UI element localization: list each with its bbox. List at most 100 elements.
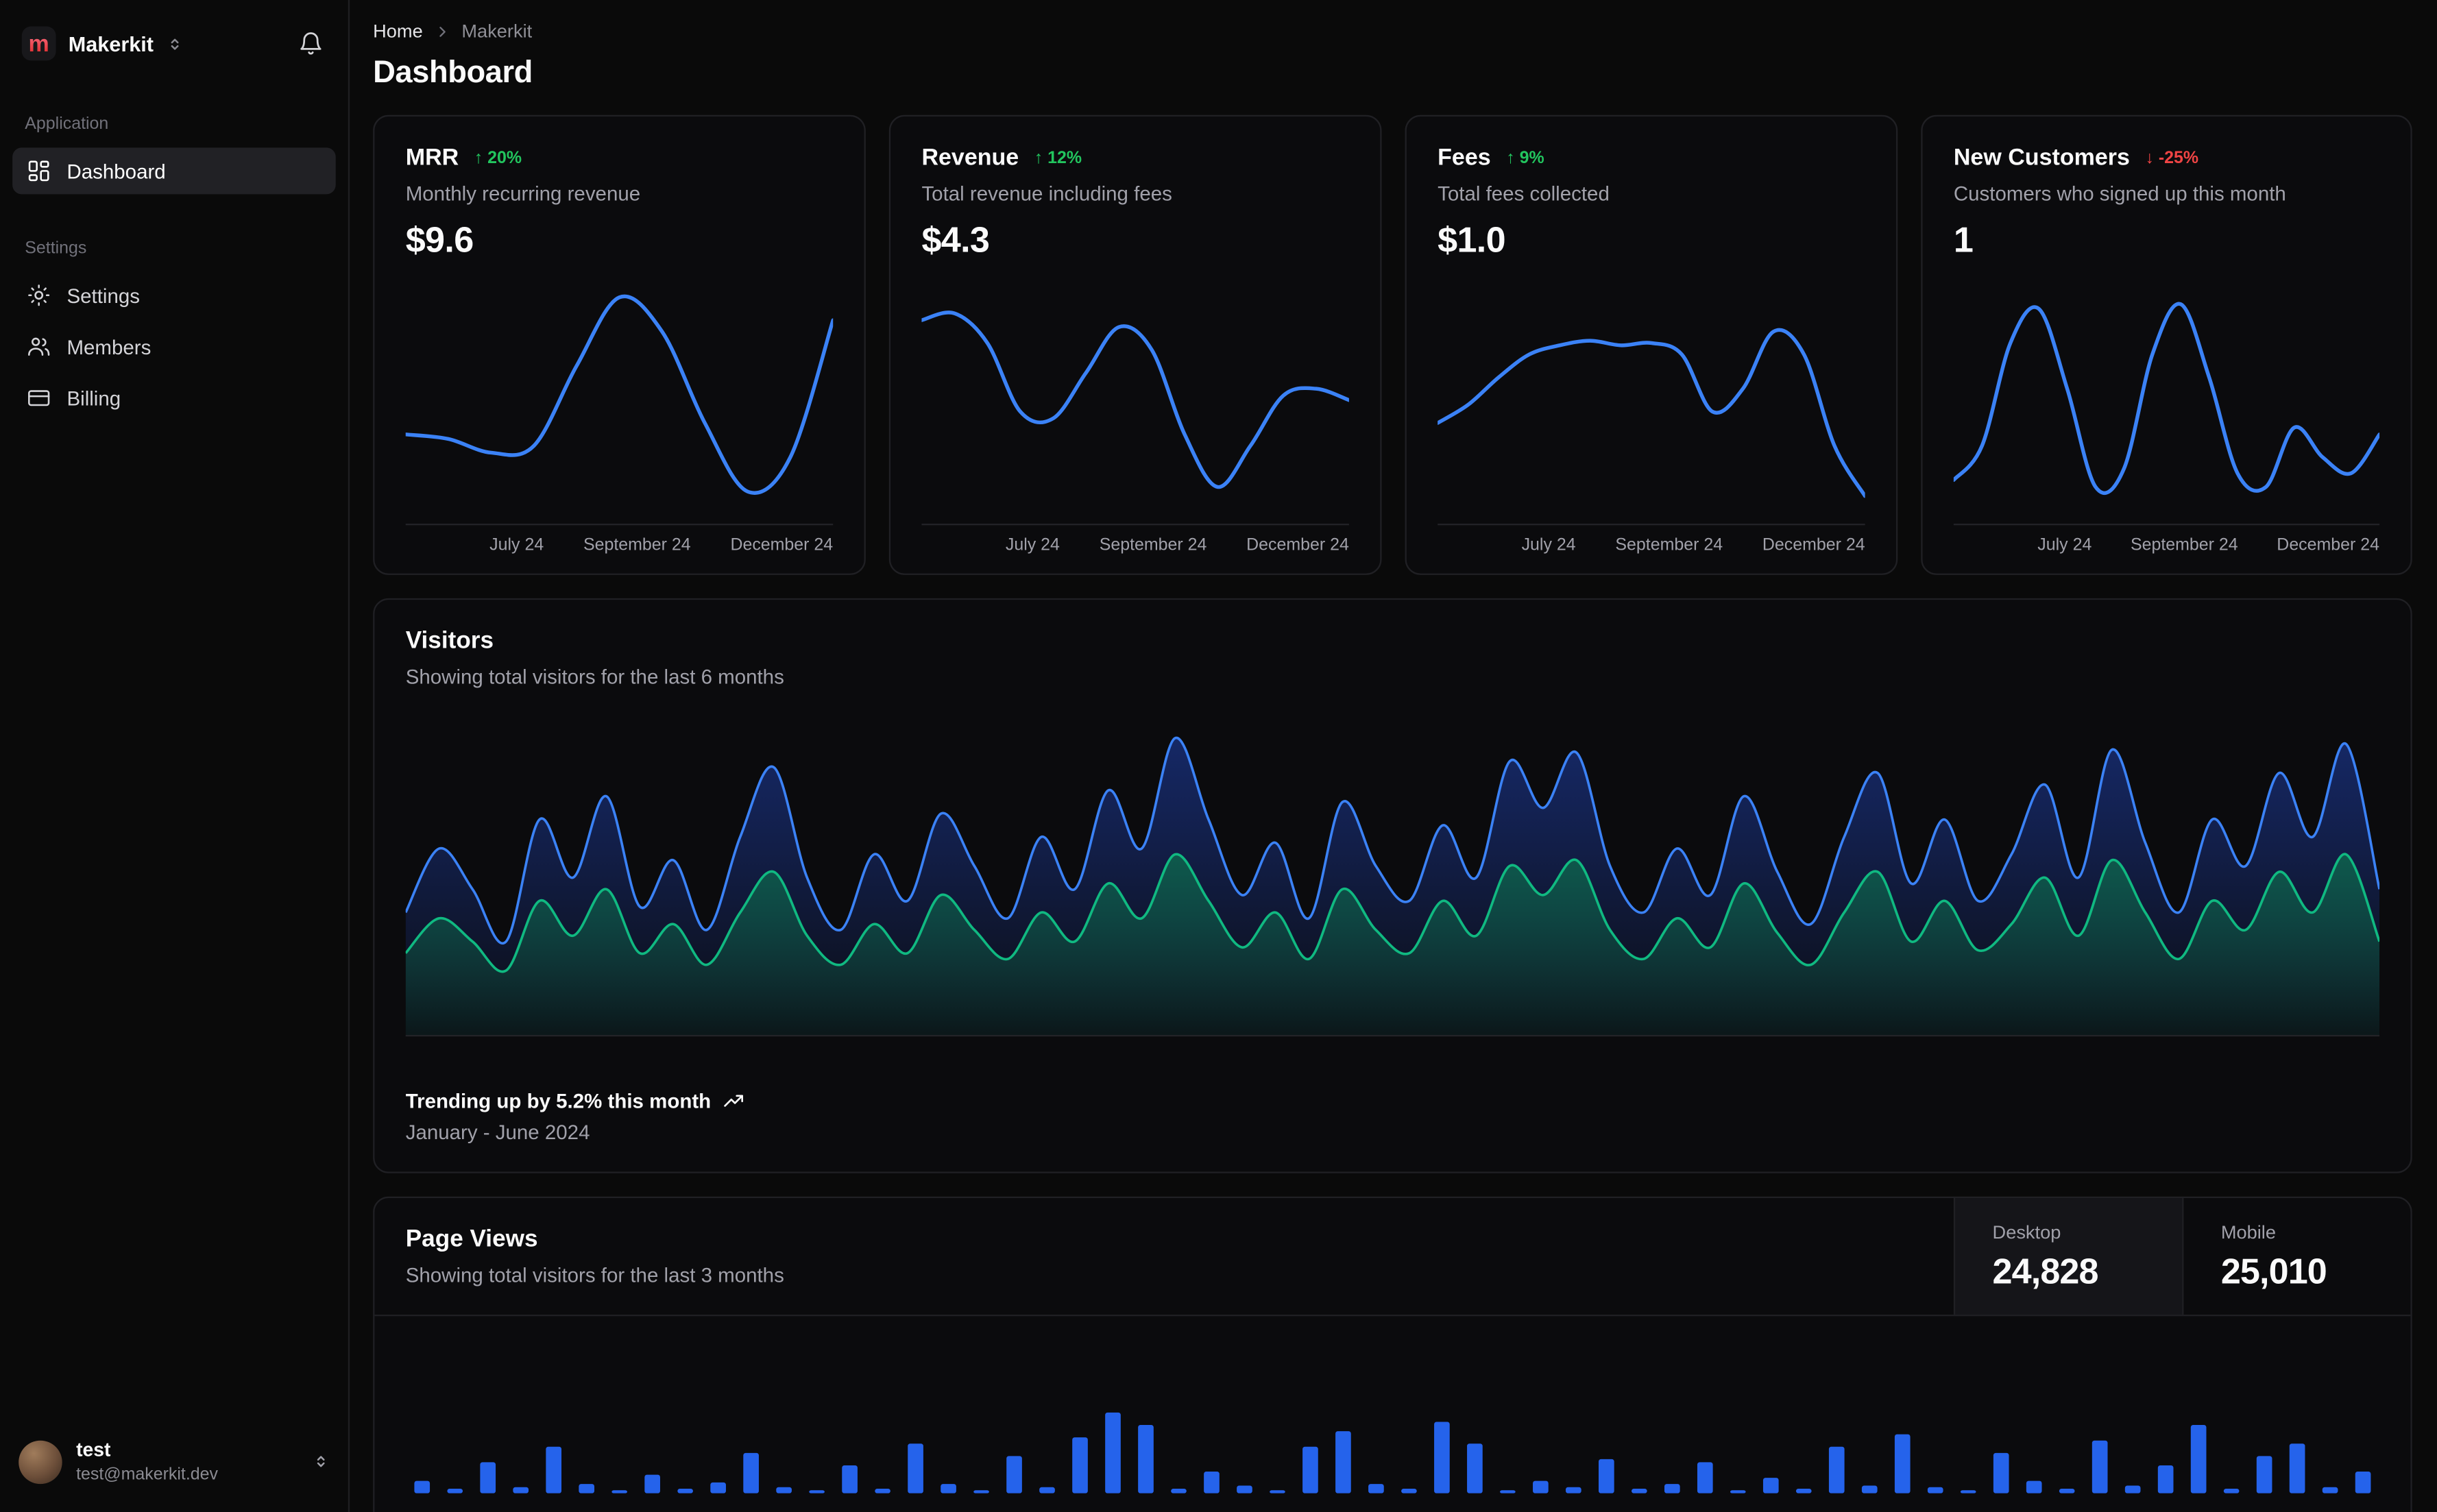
page-views-card: Page Views Showing total visitors for th…	[373, 1196, 2412, 1512]
stat-cards-row: MRR ↑ 20% Monthly recurring revenue $9.6…	[373, 114, 2412, 575]
stat-description: Total revenue including fees	[921, 182, 1172, 206]
gear-icon	[28, 284, 50, 306]
trending-up-icon	[725, 1094, 744, 1106]
stat-value: $1.0	[1438, 219, 1505, 260]
sidebar: m Makerkit Application Dashboard Setting…	[0, 0, 350, 1512]
sidebar-item-label: Settings	[66, 283, 141, 307]
stat-title: New Customers	[1953, 144, 2130, 171]
tab-value: 24,828	[1992, 1249, 2099, 1291]
x-axis-label: December 24	[730, 536, 834, 555]
trend-badge: ↑ 9%	[1506, 149, 1544, 167]
stat-chart	[1953, 277, 2380, 526]
x-axis-label: September 24	[2130, 536, 2238, 555]
stat-value: $9.6	[405, 219, 474, 260]
stat-card-revenue: Revenue ↑ 12% Total revenue including fe…	[888, 114, 1382, 575]
visitors-subtitle: Showing total visitors for the last 6 mo…	[405, 665, 784, 689]
nav-section-label-settings: Settings	[25, 239, 87, 258]
sidebar-item-settings[interactable]: Settings	[12, 272, 336, 319]
x-axis-label: July 24	[1005, 536, 1060, 555]
stat-description: Monthly recurring revenue	[405, 182, 641, 206]
visitors-title: Visitors	[405, 627, 494, 655]
tab-desktop[interactable]: Desktop 24,828	[1953, 1198, 2183, 1315]
visitors-footer: Trending up by 5.2% this month January -…	[405, 1089, 2379, 1144]
logo-letter: m	[28, 30, 49, 57]
tab-label: Mobile	[2220, 1220, 2276, 1243]
user-menu[interactable]: test test@makerkit.dev	[12, 1429, 336, 1495]
x-axis-label: September 24	[583, 536, 691, 555]
trend-up-icon: ↑	[1506, 148, 1515, 167]
trend-up-icon: ↑	[1034, 148, 1043, 167]
x-axis-labels: July 24 September 24 December 24	[921, 525, 1349, 555]
sidebar-item-dashboard[interactable]: Dashboard	[12, 147, 336, 195]
x-axis-labels: July 24 September 24 December 24	[406, 525, 833, 554]
sidebar-item-label: Dashboard	[66, 159, 166, 183]
page-views-subtitle: Showing total visitors for the last 3 mo…	[405, 1263, 784, 1287]
trend-badge: ↑ 20%	[474, 149, 522, 167]
sidebar-header: m Makerkit	[12, 16, 336, 72]
trend-up-icon: ↑	[474, 148, 483, 167]
x-axis-label: September 24	[1615, 536, 1723, 555]
x-axis-labels: July 24 September 24 December 24	[1438, 525, 1865, 554]
tab-label: Desktop	[1992, 1220, 2061, 1243]
users-icon	[28, 337, 50, 356]
trend-value: -25%	[2158, 148, 2199, 167]
x-axis-label: July 24	[1521, 536, 1576, 555]
workspace-switcher[interactable]: m Makerkit	[21, 26, 183, 61]
x-axis-label: December 24	[1762, 536, 1865, 555]
stat-title: Revenue	[921, 144, 1019, 171]
trend-badge: ↑ 12%	[1034, 149, 1082, 167]
x-axis-label: December 24	[1246, 536, 1349, 555]
workspace-name: Makerkit	[68, 32, 154, 56]
breadcrumb-home[interactable]: Home	[373, 20, 423, 42]
trend-value: 20%	[487, 148, 522, 167]
sidebar-item-label: Billing	[66, 386, 121, 410]
bell-icon	[300, 32, 322, 55]
tab-value: 25,010	[2220, 1249, 2327, 1291]
sidebar-item-members[interactable]: Members	[12, 324, 336, 370]
x-axis-label: September 24	[1099, 536, 1207, 555]
stat-card-mrr: MRR ↑ 20% Monthly recurring revenue $9.6…	[373, 114, 866, 575]
trend-value: 9%	[1519, 148, 1544, 167]
stat-description: Total fees collected	[1438, 182, 1610, 206]
stat-chart	[405, 277, 834, 526]
stat-value: 1	[1953, 219, 1974, 260]
stat-chart	[1438, 277, 1865, 526]
x-axis-label: July 24	[489, 536, 544, 555]
dashboard-icon	[28, 160, 49, 182]
user-email: test@makerkit.dev	[76, 1465, 218, 1484]
page-title: Dashboard	[373, 56, 533, 90]
stat-card-fees: Fees ↑ 9% Total fees collected $1.0 July…	[1405, 114, 1898, 575]
user-name: test	[76, 1439, 111, 1462]
nav-section-label-application: Application	[25, 114, 109, 134]
breadcrumb-current: Makerkit	[461, 20, 533, 42]
visitors-chart	[405, 732, 2380, 1037]
trend-badge: ↓ -25%	[2146, 149, 2199, 167]
notifications-button[interactable]	[289, 22, 332, 65]
chevrons-up-down-icon	[171, 38, 178, 49]
page-views-header: Page Views Showing total visitors for th…	[374, 1198, 2411, 1317]
sidebar-item-billing[interactable]: Billing	[12, 374, 336, 421]
x-axis-label: July 24	[2037, 536, 2092, 555]
stat-title: Fees	[1438, 144, 1491, 171]
sidebar-item-label: Members	[66, 334, 151, 358]
sidebar-nav: Application Dashboard Settings Settings	[12, 115, 336, 1429]
x-axis-label: December 24	[2277, 536, 2380, 555]
screen: m Makerkit Application Dashboard Setting…	[0, 0, 2437, 1512]
app-window: m Makerkit Application Dashboard Setting…	[0, 0, 2437, 1512]
main-content: Home Makerkit Dashboard MRR ↑ 20% Monthl…	[350, 0, 2437, 1512]
tab-mobile[interactable]: Mobile 25,010	[2182, 1198, 2410, 1315]
chevron-right-icon	[439, 25, 446, 36]
makerkit-logo-icon: m	[21, 26, 56, 61]
stat-card-new-customers: New Customers ↓ -25% Customers who signe…	[1921, 114, 2412, 575]
page-views-chart	[406, 1316, 2379, 1493]
stat-value: $4.3	[921, 219, 990, 260]
page-views-title: Page Views	[405, 1226, 538, 1253]
trend-down-icon: ↓	[2145, 148, 2155, 167]
avatar	[19, 1440, 62, 1484]
stat-chart	[921, 277, 1349, 526]
visitors-trend-text: Trending up by 5.2% this month	[405, 1089, 712, 1113]
trend-value: 12%	[1047, 148, 1082, 167]
visitors-card: Visitors Showing total visitors for the …	[373, 598, 2412, 1173]
visitors-range-text: January - June 2024	[405, 1120, 590, 1144]
stat-title: MRR	[405, 144, 459, 171]
